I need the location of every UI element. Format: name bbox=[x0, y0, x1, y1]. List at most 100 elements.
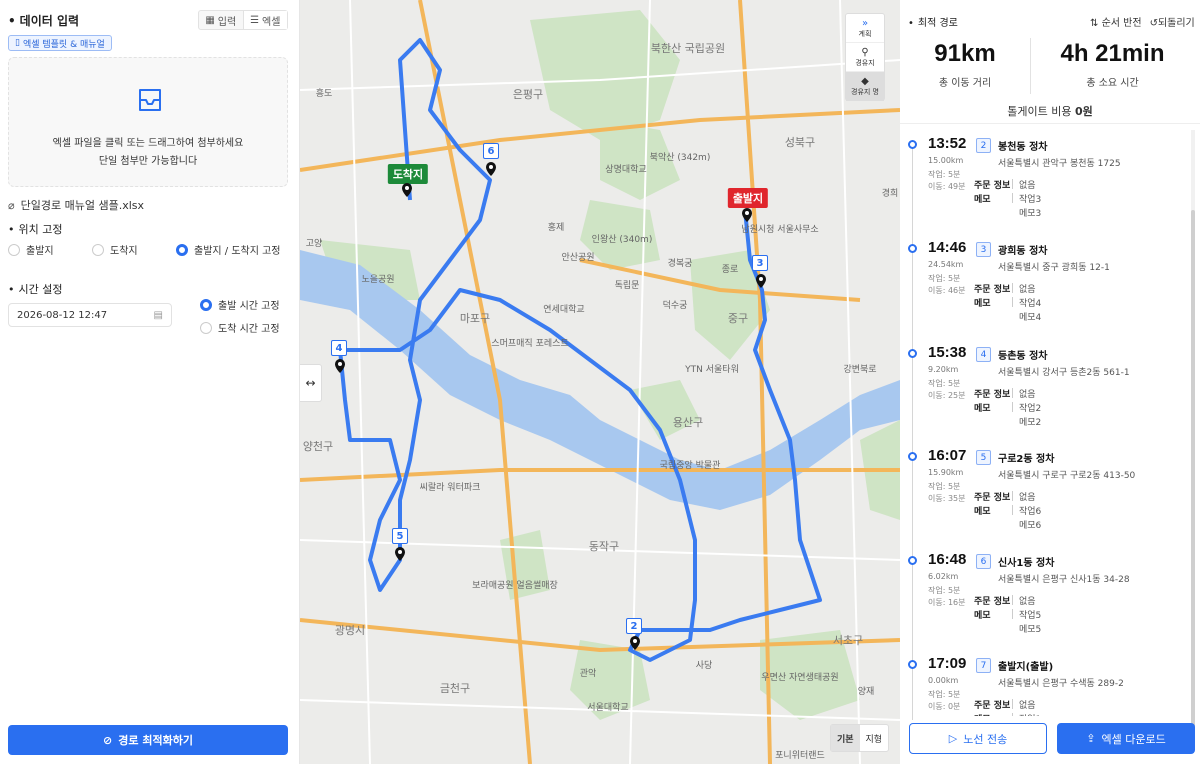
detail-spacer bbox=[1012, 623, 1013, 633]
send-route-button[interactable]: ▷ 노선 전송 bbox=[909, 723, 1047, 754]
attached-file[interactable]: ⌀ 단일경로 매뉴얼 샘플.xlsx bbox=[8, 197, 144, 213]
detail-separator bbox=[1012, 699, 1013, 709]
radio-start-end[interactable]: 출발지 / 도착지 고정 bbox=[176, 242, 281, 257]
memo-value-1: 작업3 bbox=[1019, 194, 1042, 205]
dropzone-text-2: 단일 첨부만 가능합니다 bbox=[98, 156, 198, 167]
tab-excel[interactable]: ☰ 엑셀 bbox=[242, 11, 287, 29]
stop-details: 주문 정보 없음 메모 작업3 메모3 bbox=[974, 177, 1041, 219]
stop-pin-icon[interactable] bbox=[486, 162, 496, 176]
radio-circle bbox=[8, 243, 20, 256]
panel-resize-handle[interactable]: ↔ bbox=[300, 364, 322, 402]
stop-list-scrollbar[interactable] bbox=[1191, 130, 1195, 730]
stop-time: 13:52 bbox=[928, 135, 967, 152]
stop-work-time: 작업: 5분 bbox=[928, 690, 961, 699]
order-info-label: 주문 정보 bbox=[974, 284, 1011, 295]
map-label: 고양 bbox=[305, 239, 323, 249]
stop-pin-icon[interactable] bbox=[630, 636, 640, 650]
stop-distance: 15.00km bbox=[928, 156, 964, 165]
memo-value-1: 작업5 bbox=[1019, 610, 1042, 621]
datetime-input[interactable]: 2026-08-12 12:47 ▤ bbox=[8, 303, 172, 327]
excel-download-button[interactable]: ⇪ 엑셀 다운로드 bbox=[1057, 723, 1195, 754]
input-mode-toggle: ▦ 입력 ☰ 엑셀 bbox=[198, 10, 288, 30]
waypoint-button[interactable]: ⚲ 경유지 bbox=[846, 43, 884, 72]
stop-address: 서울특별시 중구 광희동 12-1 bbox=[998, 263, 1110, 273]
waypoint-name-button[interactable]: ◆ 경유지 명 bbox=[846, 72, 884, 101]
template-link-label: 엑셀 템플릿 & 매뉴얼 bbox=[22, 39, 105, 50]
stop-pin-icon[interactable] bbox=[756, 274, 766, 288]
map-type-basic[interactable]: 기본 bbox=[831, 725, 860, 751]
map-label: 광명시 bbox=[334, 624, 366, 637]
stop-marker-5[interactable]: 5 bbox=[392, 528, 408, 544]
radio-depart-fixed[interactable]: 출발 시간 고정 bbox=[200, 297, 280, 312]
stop-number-badge: 5 bbox=[976, 450, 991, 465]
chevrons-icon: » bbox=[861, 17, 869, 29]
stop-item[interactable]: 17:09 0.00km 작업: 5분 이동: 0분 7 출발지(출발) 서울특별시 은평구… bbox=[900, 654, 1190, 716]
stop-distance: 6.02km bbox=[928, 572, 959, 581]
stop-number-badge: 3 bbox=[976, 242, 991, 257]
memo-label: 메모 bbox=[974, 194, 991, 205]
map-label: 안산공원 bbox=[561, 253, 595, 263]
end-pin-icon[interactable] bbox=[402, 183, 412, 197]
stop-marker-4[interactable]: 4 bbox=[331, 340, 347, 356]
stop-list: 13:52 15.00km 작업: 5분 이동: 49분 2 봉천동 정차 서울특별시 관악… bbox=[900, 0, 1190, 716]
map-label: 남원시청 서울사무소 bbox=[741, 225, 819, 235]
stop-marker-2[interactable]: 2 bbox=[626, 618, 642, 634]
stop-work-time: 작업: 5분 bbox=[928, 170, 961, 179]
stop-details: 주문 정보 없음 메모 작업2 메모2 bbox=[974, 386, 1041, 428]
route-map[interactable]: 북한산 국립공원 은평구 성북구 상명대학교 북악산 (342m) 남원시청 서… bbox=[300, 0, 900, 764]
map-label: 경복궁 bbox=[667, 259, 693, 269]
stop-item[interactable]: 14:46 24.54km 작업: 5분 이동: 46분 3 광희동 정차 서울특별시 중구… bbox=[900, 238, 1190, 342]
order-info-label: 주문 정보 bbox=[974, 700, 1011, 711]
optimize-route-button[interactable]: ⊘ 경로 최적화하기 bbox=[8, 725, 288, 755]
stop-address: 서울특별시 관악구 봉천동 1725 bbox=[998, 159, 1121, 169]
start-marker-label: 출발지 bbox=[727, 188, 769, 208]
file-name: 단일경로 매뉴얼 샘플.xlsx bbox=[20, 199, 145, 212]
location-title: 위치 고정 bbox=[8, 221, 63, 237]
detail-spacer bbox=[1012, 519, 1013, 529]
stop-pin-icon[interactable] bbox=[395, 547, 405, 561]
timeline-dot bbox=[908, 140, 917, 149]
upload-icon: ⇪ bbox=[1086, 732, 1096, 745]
data-input-title: 데이터 입력 bbox=[8, 12, 79, 29]
excel-template-link[interactable]: ▯ 엑셀 템플릿 & 매뉴얼 bbox=[8, 35, 112, 51]
stop-work-time: 작업: 5분 bbox=[928, 586, 961, 595]
detail-separator bbox=[1012, 179, 1013, 189]
memo-value-1: 작업2 bbox=[1019, 403, 1042, 414]
order-info-label: 주문 정보 bbox=[974, 389, 1011, 400]
stop-marker-3[interactable]: 3 bbox=[752, 255, 768, 271]
stop-move-time: 이동: 0분 bbox=[928, 702, 961, 711]
file-dropzone[interactable]: 엑셀 파일을 클릭 또는 드래그하여 첨부하세요 단일 첨부만 가능합니다 bbox=[8, 57, 288, 187]
plan-button[interactable]: » 계획 bbox=[846, 14, 884, 43]
tab-input[interactable]: ▦ 입력 bbox=[199, 11, 243, 29]
radio-circle bbox=[176, 243, 188, 256]
timeline-dot bbox=[908, 660, 917, 669]
stop-pin-icon[interactable] bbox=[335, 359, 345, 373]
stop-item[interactable]: 16:07 15.90km 작업: 5분 이동: 35분 5 구로2동 정차 서울특별시 구… bbox=[900, 446, 1190, 550]
stop-item[interactable]: 15:38 9.20km 작업: 5분 이동: 25분 4 등촌동 정차 서울특별시 강서구… bbox=[900, 343, 1190, 447]
radio-end[interactable]: 도착지 bbox=[92, 242, 138, 257]
memo-label: 메모 bbox=[974, 403, 991, 414]
download-label: 엑셀 다운로드 bbox=[1101, 732, 1166, 746]
memo-value-2: 메모5 bbox=[1019, 624, 1042, 635]
stop-item[interactable]: 13:52 15.00km 작업: 5분 이동: 49분 2 봉천동 정차 서울특별시 관악… bbox=[900, 134, 1190, 238]
radio-circle bbox=[200, 321, 212, 334]
radio-arrive-fixed[interactable]: 도착 시간 고정 bbox=[200, 320, 280, 335]
detail-separator bbox=[1012, 609, 1013, 619]
map-label: 관악 bbox=[579, 669, 597, 679]
radio-start[interactable]: 출발지 bbox=[8, 242, 54, 257]
stop-item[interactable]: 16:48 6.02km 작업: 5분 이동: 16분 6 신사1동 정차 서울특별시 은평… bbox=[900, 550, 1190, 654]
radio-circle bbox=[92, 243, 104, 256]
memo-value-2: 메모3 bbox=[1019, 208, 1042, 219]
stop-address: 서울특별시 강서구 등촌2동 561-1 bbox=[998, 368, 1130, 378]
map-label: 흥도 bbox=[315, 89, 333, 99]
map-label: 북악산 (342m) bbox=[649, 153, 711, 163]
stop-marker-6[interactable]: 6 bbox=[483, 143, 499, 159]
map-type-terrain[interactable]: 지형 bbox=[860, 725, 889, 751]
map-label: 서울대학교 bbox=[587, 703, 629, 713]
start-pin-icon[interactable] bbox=[742, 208, 752, 222]
stop-work-time: 작업: 5분 bbox=[928, 379, 961, 388]
plan-label: 계획 bbox=[858, 29, 872, 38]
datetime-value: 2026-08-12 12:47 bbox=[17, 309, 108, 321]
scrollbar-thumb[interactable] bbox=[1191, 210, 1195, 730]
detail-separator bbox=[1012, 491, 1013, 501]
